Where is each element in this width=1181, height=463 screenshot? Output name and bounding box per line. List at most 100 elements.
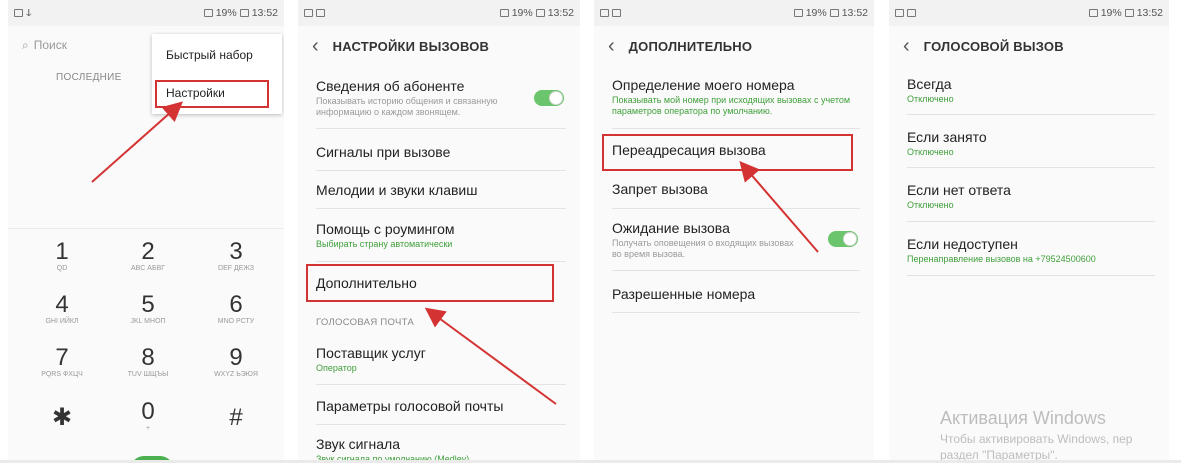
setting-title: Разрешенные номера	[612, 286, 756, 302]
key-letters: QD	[56, 265, 68, 272]
key-8[interactable]: 8 TUV ШЩЪЫ	[118, 345, 178, 379]
toggle-knob	[549, 91, 563, 105]
signal-icon	[499, 9, 509, 17]
setting-description: Показывать мой номер при исходящих вызов…	[612, 95, 851, 116]
key-digit: 1	[55, 238, 69, 265]
key-9[interactable]: 9 WXYZ ЬЭЮЯ	[206, 345, 266, 379]
setting-description: Получать оповещения о входящих вызовах в…	[612, 238, 794, 259]
key-digit: 6	[229, 291, 243, 318]
battery-icon	[1124, 9, 1134, 17]
setting-fdn[interactable]: Разрешенные номера	[612, 286, 860, 302]
setting-value: Выбирать страну автоматически	[316, 239, 453, 249]
key-star[interactable]: ✱	[32, 405, 92, 431]
divider	[316, 208, 566, 209]
key-letters: PQRS ФХЦЧ	[41, 371, 83, 378]
forward-unreachable[interactable]: Если недоступен Перенаправление вызовов …	[907, 236, 1155, 265]
usb-icon: ↆ	[26, 6, 32, 19]
setting-value: Перенаправление вызовов на +79524500600	[907, 254, 1096, 264]
setting-title: Всегда	[907, 76, 952, 92]
setting-sound[interactable]: Звук сигнала Звук сигнала по умолчанию (…	[316, 436, 566, 463]
setting-keytones[interactable]: Мелодии и звуки клавиш	[316, 182, 566, 198]
setting-title: Если недоступен	[907, 236, 1018, 252]
search-input[interactable]: ⌕ Поиск	[22, 34, 152, 56]
key-digit: 5	[141, 291, 155, 318]
signal-icon	[793, 9, 803, 17]
divider	[612, 270, 860, 271]
key-5[interactable]: 5 JKL МНОП	[118, 292, 178, 326]
menu-item-speed-dial[interactable]: Быстрый набор	[166, 48, 253, 62]
battery-icon	[535, 9, 545, 17]
battery-icon	[829, 9, 839, 17]
watermark-line: Чтобы активировать Windows, пер	[940, 432, 1133, 446]
key-7[interactable]: 7 PQRS ФХЦЧ	[32, 345, 92, 379]
email-icon	[612, 9, 621, 17]
page-title: ДОПОЛНИТЕЛЬНО	[628, 38, 753, 54]
recent-tab[interactable]: ПОСЛЕДНИЕ	[56, 72, 122, 83]
key-digit: 8	[141, 344, 155, 371]
divider	[316, 170, 566, 171]
key-digit: 9	[229, 344, 243, 371]
voice-call-screen: 19% 13:52 ‹ ГОЛОСОВОЙ ВЫЗОВ Всегда Отключ…	[889, 0, 1169, 463]
setting-value: Отключено	[907, 94, 954, 104]
clock: 13:52	[841, 7, 868, 19]
setting-voicemail-params[interactable]: Параметры голосовой почты	[316, 398, 566, 414]
battery-percent: 19%	[511, 7, 533, 19]
page-title: ГОЛОСОВОЙ ВЫЗОВ	[923, 38, 1064, 54]
back-arrow-icon[interactable]: ‹	[903, 36, 910, 56]
key-6[interactable]: 6 MNO РСТУ	[206, 292, 266, 326]
key-2[interactable]: 2 ABC АБВГ	[118, 239, 178, 273]
status-bar: 19% 13:52	[298, 0, 580, 26]
gallery-icon	[895, 9, 904, 17]
divider	[612, 312, 860, 313]
signal-icon	[1088, 9, 1098, 17]
highlight-box	[155, 80, 269, 108]
setting-call-barring[interactable]: Запрет вызова	[612, 181, 860, 197]
battery-percent: 19%	[1100, 7, 1122, 19]
forward-always[interactable]: Всегда Отключено	[907, 76, 1155, 105]
dialer-screen: ↆ 19% 13:52 ⌕ Поиск ПОСЛЕДНИЕ Быстрый наб…	[8, 0, 284, 463]
search-icon: ⌕	[22, 37, 29, 52]
setting-title: Мелодии и звуки клавиш	[316, 182, 478, 198]
battery-percent: 19%	[805, 7, 827, 19]
divider	[907, 221, 1155, 222]
highlight-box	[306, 264, 554, 302]
setting-my-number[interactable]: Определение моего номера Показывать мой …	[612, 77, 860, 117]
app-header: ‹ ГОЛОСОВОЙ ВЫЗОВ	[889, 26, 1169, 66]
setting-title: Определение моего номера	[612, 77, 795, 93]
key-4[interactable]: 4 GHI ИЙКЛ	[32, 292, 92, 326]
signal-icon	[203, 9, 213, 17]
call-waiting-toggle[interactable]	[828, 231, 858, 247]
forward-no-answer[interactable]: Если нет ответа Отключено	[907, 182, 1155, 211]
back-arrow-icon[interactable]: ‹	[312, 36, 319, 56]
divider	[612, 208, 860, 209]
setting-title: Запрет вызова	[612, 181, 708, 197]
setting-ringtones[interactable]: Сигналы при вызове	[316, 144, 566, 160]
setting-call-waiting[interactable]: Ожидание вызова Получать оповещения о вх…	[612, 220, 860, 260]
key-digit: 0	[141, 398, 155, 425]
divider	[316, 128, 566, 129]
key-hash[interactable]: #	[206, 405, 266, 431]
key-letters: ABC АБВГ	[130, 265, 166, 272]
highlight-box	[602, 134, 853, 171]
forward-busy[interactable]: Если занято Отключено	[907, 129, 1155, 158]
status-bar: ↆ 19% 13:52	[8, 0, 284, 26]
setting-roaming[interactable]: Помощь с роумингом Выбирать страну автом…	[316, 221, 566, 250]
setting-provider[interactable]: Поставщик услуг Оператор	[316, 345, 566, 374]
key-digit: #	[229, 404, 243, 431]
key-3[interactable]: 3 DEF ДЕЖЗ	[206, 239, 266, 273]
email-icon	[316, 9, 325, 17]
clock: 13:52	[547, 7, 574, 19]
setting-caller-id[interactable]: Сведения об абоненте Показывать историю …	[316, 78, 566, 118]
setting-title: Сведения об абоненте	[316, 78, 465, 94]
divider	[907, 167, 1155, 168]
setting-title: Сигналы при вызове	[316, 144, 451, 160]
divider	[316, 261, 566, 262]
key-1[interactable]: 1 QD	[32, 239, 92, 273]
setting-title: Звук сигнала	[316, 436, 400, 452]
gallery-icon	[304, 9, 313, 17]
key-0[interactable]: 0 +	[118, 399, 178, 433]
back-arrow-icon[interactable]: ‹	[608, 36, 615, 56]
setting-value: Отключено	[907, 147, 954, 157]
caller-id-toggle[interactable]	[534, 90, 564, 106]
toggle-knob	[843, 232, 857, 246]
